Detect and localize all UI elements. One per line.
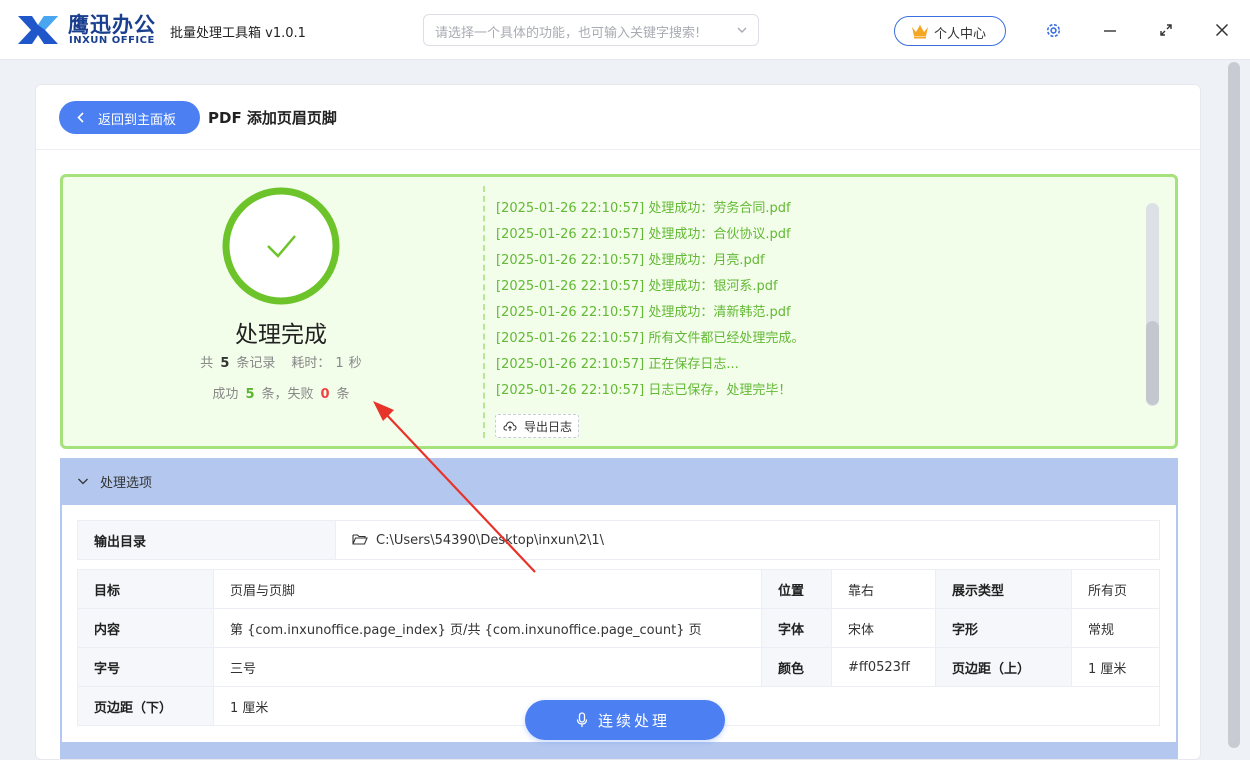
back-button[interactable]: 返回到主面板	[59, 101, 200, 134]
total-suffix: 条记录	[236, 356, 276, 371]
logo-icon	[18, 16, 58, 44]
target-label: 目标	[77, 569, 214, 609]
table-row: 目标 页眉与页脚 位置 靠右 展示类型 所有页	[77, 569, 1160, 609]
options-header[interactable]: 处理选项	[60, 458, 1178, 505]
app-title: 批量处理工具箱 v1.0.1	[170, 26, 306, 41]
font-size-value: 三号	[213, 647, 762, 687]
maximize-icon[interactable]	[1159, 23, 1173, 37]
export-log-label: 导出日志	[524, 420, 573, 434]
log-line: [2025-01-26 22:10:57] 处理成功：劳务合同.pdf	[496, 201, 791, 216]
fail-suffix: 条	[336, 387, 350, 402]
log-scrollbar-thumb[interactable]	[1146, 321, 1159, 405]
margin-top-value: 1 厘米	[1071, 647, 1160, 687]
total-prefix: 共	[200, 356, 214, 371]
continue-processing-label: 连续处理	[598, 712, 671, 730]
margin-top-label: 页边距（上）	[935, 647, 1072, 687]
chevron-down-icon	[78, 478, 88, 485]
target-value: 页眉与页脚	[213, 569, 762, 609]
export-log-button[interactable]: 导出日志	[495, 414, 579, 438]
continue-processing-button[interactable]: 连续处理	[525, 700, 725, 740]
log-line: [2025-01-26 22:10:57] 日志已保存，处理完毕！	[496, 383, 792, 398]
card-header: 返回到主面板 PDF 添加页眉页脚	[36, 85, 1200, 150]
font-size-label: 字号	[77, 647, 214, 687]
output-dir-label: 输出目录	[77, 520, 336, 560]
position-label: 位置	[761, 569, 832, 609]
display-type-label: 展示类型	[935, 569, 1072, 609]
content-label: 内容	[77, 608, 214, 648]
font-label: 字体	[761, 608, 832, 648]
display-type-value: 所有页	[1071, 569, 1160, 609]
divider	[483, 186, 485, 438]
font-style-label: 字形	[935, 608, 1072, 648]
color-value: #ff0523ff	[831, 647, 936, 687]
log-list: [2025-01-26 22:10:57] 处理成功：劳务合同.pdf [202…	[496, 196, 804, 404]
result-panel: 处理完成 共 5 条记录 耗时： 1 秒 成功 5 条，失败 0 条 [2025-01-26 22…	[60, 174, 1178, 449]
crown-icon	[912, 25, 928, 39]
brand-name-en: INXUN OFFICE	[69, 35, 155, 46]
log-line: [2025-01-26 22:10:57] 处理成功：清新韩范.pdf	[496, 305, 791, 320]
user-center-label: 个人中心	[934, 27, 987, 42]
title-bar: 鹰迅办公 INXUN OFFICE 批量处理工具箱 v1.0.1 请选择一个具体…	[0, 0, 1250, 60]
time-unit: 秒	[348, 356, 362, 371]
close-icon[interactable]	[1215, 23, 1229, 37]
font-value: 宋体	[831, 608, 936, 648]
fail-count: 0	[320, 387, 330, 402]
record-stats: 共 5 条记录 耗时： 1 秒	[63, 352, 499, 371]
minimize-icon[interactable]	[1103, 24, 1117, 38]
log-line: [2025-01-26 22:10:57] 处理成功：银河系.pdf	[496, 279, 778, 294]
font-style-value: 常规	[1071, 608, 1160, 648]
time-prefix: 耗时：	[291, 356, 331, 371]
color-label: 颜色	[761, 647, 832, 687]
folder-icon	[352, 533, 368, 545]
chevron-down-icon	[737, 27, 747, 33]
table-row: 字号 三号 颜色 #ff0523ff 页边距（上） 1 厘米	[77, 647, 1160, 687]
success-count: 5	[245, 387, 255, 402]
user-center-button[interactable]: 个人中心	[894, 16, 1006, 46]
log-line: [2025-01-26 22:10:57] 处理成功：合伙协议.pdf	[496, 227, 791, 242]
success-fail-stats: 成功 5 条，失败 0 条	[63, 383, 499, 402]
cloud-upload-icon	[503, 421, 517, 431]
gear-icon[interactable]	[1045, 22, 1062, 39]
log-line: [2025-01-26 22:10:57] 所有文件都已经处理完成。	[496, 331, 805, 346]
output-dir-cell[interactable]: C:\Users\54390\Desktop\inxun\2\1\	[335, 520, 1160, 560]
back-button-label: 返回到主面板	[98, 113, 177, 128]
total-count: 5	[220, 356, 230, 371]
page-title: PDF 添加页眉页脚	[208, 109, 337, 127]
log-line: [2025-01-26 22:10:57] 正在保存日志...	[496, 357, 739, 372]
table-row: 内容 第 {com.inxunoffice.page_index} 页/共 {c…	[77, 608, 1160, 648]
success-check-icon	[222, 187, 340, 305]
time-value: 1	[335, 356, 344, 371]
success-prefix: 成功	[212, 387, 239, 402]
content-value: 第 {com.inxunoffice.page_index} 页/共 {com.…	[213, 608, 762, 648]
next-section-header	[60, 742, 1178, 759]
search-select[interactable]: 请选择一个具体的功能，也可输入关键字搜索!	[423, 14, 759, 46]
table-row: 输出目录 C:\Users\54390\Desktop\inxun\2\1\	[77, 520, 1160, 560]
fail-prefix: 条，失败	[261, 387, 314, 402]
output-dir-value: C:\Users\54390\Desktop\inxun\2\1\	[376, 532, 605, 548]
options-title: 处理选项	[100, 476, 153, 491]
microphone-icon	[576, 712, 588, 727]
search-placeholder: 请选择一个具体的功能，也可输入关键字搜索!	[435, 26, 701, 41]
status-title: 处理完成	[235, 322, 327, 348]
chevron-left-icon	[77, 112, 84, 123]
page-scrollbar[interactable]	[1228, 62, 1240, 748]
margin-bottom-label: 页边距（下）	[77, 686, 214, 726]
output-dir-table: 输出目录 C:\Users\54390\Desktop\inxun\2\1\	[77, 520, 1160, 560]
position-value: 靠右	[831, 569, 936, 609]
log-line: [2025-01-26 22:10:57] 处理成功：月亮.pdf	[496, 253, 765, 268]
